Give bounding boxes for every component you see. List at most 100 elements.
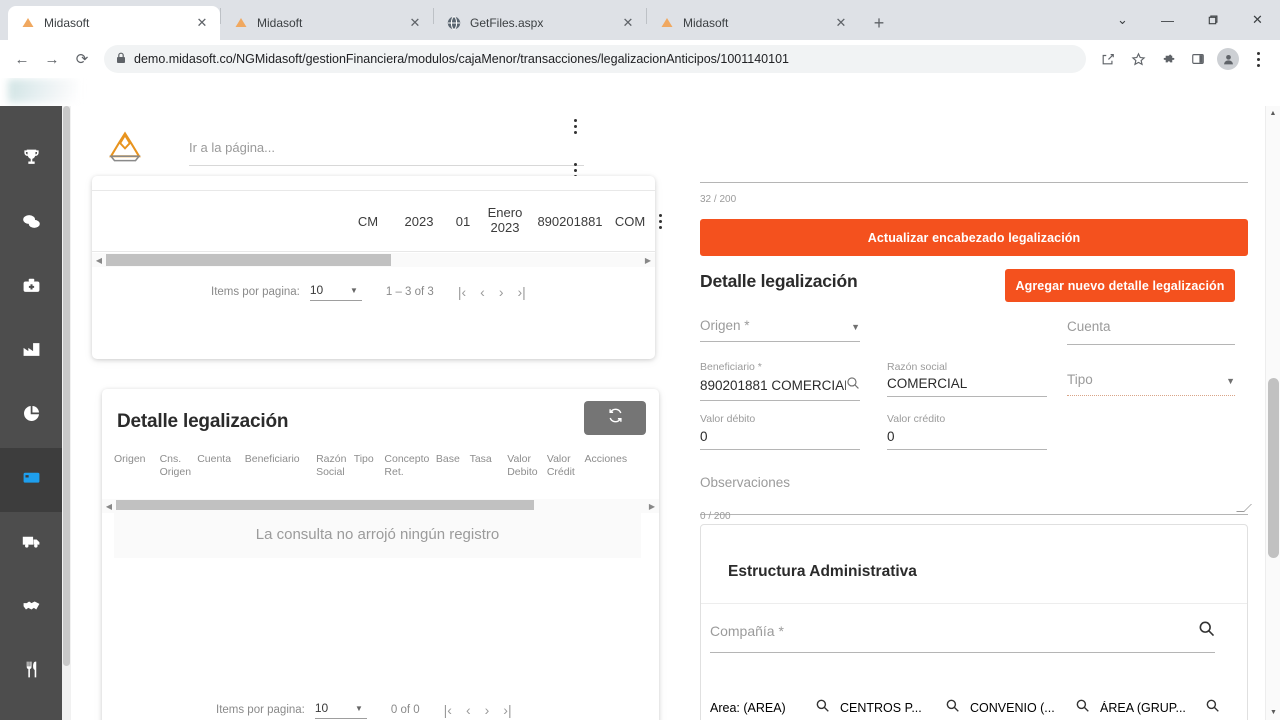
field-observaciones[interactable]: Observaciones	[700, 474, 1252, 515]
side-panel-icon[interactable]	[1184, 45, 1212, 73]
hscroll-thumb[interactable]	[106, 254, 391, 266]
new-tab-button[interactable]: +	[865, 9, 893, 37]
beneficiario-value: 890201881 COMERCIAL	[700, 378, 846, 393]
share-icon[interactable]	[1094, 45, 1122, 73]
sidebar-item-trophy[interactable]	[0, 128, 62, 192]
sidebar-item-comercial[interactable]	[0, 576, 62, 640]
table-horizontal-scrollbar[interactable]: ◀ ▶	[92, 253, 655, 267]
search-icon[interactable]	[945, 698, 960, 718]
prev-page-button[interactable]: ‹	[480, 284, 485, 300]
scroll-right-arrow[interactable]: ▶	[641, 256, 655, 265]
prev-page-button[interactable]: ‹	[466, 702, 471, 718]
col-tasa: Tasa	[469, 453, 492, 465]
page-scrollbar[interactable]: ▲ ▼	[1265, 106, 1280, 720]
profile-avatar-icon[interactable]	[1214, 45, 1242, 73]
search-icon[interactable]	[846, 376, 860, 395]
browser-tab-2[interactable]: Midasoft ✕	[221, 6, 433, 40]
browser-tab-3[interactable]: GetFiles.aspx ✕	[434, 6, 646, 40]
field-area-grupo[interactable]: ÁREA (GRUP...	[1100, 698, 1220, 718]
field-beneficiario[interactable]: Beneficiario * 890201881 COMERCIAL	[700, 361, 860, 401]
field-valor-debito[interactable]: Valor débito 0	[700, 413, 860, 450]
close-icon[interactable]: ✕	[620, 15, 636, 31]
sidebar-scrollbar[interactable]	[62, 106, 71, 720]
first-page-button[interactable]: |‹	[444, 702, 452, 718]
field-origen[interactable]: Origen * ▼	[700, 318, 860, 342]
close-window-icon[interactable]: ✕	[1235, 4, 1280, 36]
lock-icon	[116, 52, 126, 67]
field-convenio[interactable]: CONVENIO (...	[970, 698, 1090, 718]
search-icon[interactable]	[1075, 698, 1090, 718]
detail-paginator: Items por pagina: 10 ▼ 0 of 0 |‹ ‹ › ›|	[216, 701, 512, 719]
field-centros-p[interactable]: CENTROS P...	[840, 698, 960, 718]
sidebar-item-medical[interactable]	[0, 256, 62, 320]
first-page-button[interactable]: |‹	[458, 284, 466, 300]
close-icon[interactable]: ✕	[194, 15, 210, 31]
textarea-resize-handle[interactable]	[1236, 504, 1252, 512]
field-razon-social[interactable]: Razón social COMERCIAL	[887, 361, 1047, 397]
chrome-menu-icon[interactable]	[1244, 45, 1272, 73]
scroll-right-arrow[interactable]: ▶	[645, 502, 659, 511]
sidebar-item-alimentos[interactable]	[0, 640, 62, 704]
search-icon[interactable]	[815, 698, 830, 718]
scroll-down-arrow[interactable]: ▼	[1266, 705, 1280, 720]
table-row[interactable]: CM 2023 01 Enero 2023 890201881 COM	[92, 190, 662, 252]
last-page-button[interactable]: ›|	[517, 284, 525, 300]
restaurant-icon	[22, 660, 41, 684]
estructura-title: Estructura Administrativa	[728, 563, 917, 580]
items-per-page-select[interactable]: 10 ▼	[309, 283, 362, 301]
field-tipo[interactable]: Tipo ▼	[1067, 372, 1235, 396]
next-page-button[interactable]: ›	[499, 284, 504, 300]
sidebar-scrollbar-thumb[interactable]	[63, 106, 70, 666]
sidebar-item-chat[interactable]	[0, 192, 62, 256]
agregar-detalle-button[interactable]: Agregar nuevo detalle legalización	[1005, 269, 1235, 302]
bookmark-star-icon[interactable]	[1124, 45, 1152, 73]
extensions-puzzle-icon[interactable]	[1154, 45, 1182, 73]
back-icon[interactable]: ←	[8, 45, 36, 73]
sidebar-item-reports[interactable]	[0, 384, 62, 448]
midasoft-favicon	[233, 15, 249, 31]
search-icon[interactable]	[1205, 698, 1220, 718]
hscroll-track[interactable]	[106, 253, 641, 267]
close-icon[interactable]: ✕	[833, 15, 849, 31]
col-cuenta: Cuenta	[197, 453, 232, 465]
close-icon[interactable]: ✕	[407, 15, 423, 31]
row-menu-icon[interactable]	[659, 213, 662, 229]
go-to-page-search[interactable]: Ir a la página...	[189, 140, 584, 166]
items-per-page-select[interactable]: 10 ▼	[314, 701, 367, 719]
header-menu-top-icon[interactable]	[574, 119, 577, 134]
table-column-headers: Origen Cns. Origen Cuenta Beneficiario R…	[114, 453, 634, 479]
address-bar[interactable]: demo.midasoft.co/NGMidasoft/gestionFinan…	[104, 45, 1086, 73]
handshake-icon	[22, 596, 41, 620]
minimize-icon[interactable]: —	[1145, 4, 1190, 36]
browser-tab-4[interactable]: Midasoft ✕	[647, 6, 859, 40]
forward-icon[interactable]: →	[38, 45, 66, 73]
chevron-down-icon: ▼	[1226, 376, 1235, 386]
last-page-button[interactable]: ›|	[503, 702, 511, 718]
sidebar-item-factory[interactable]	[0, 320, 62, 384]
field-valor-credito[interactable]: Valor crédito 0	[887, 413, 1047, 450]
field-cuenta[interactable]: Cuenta	[1067, 318, 1235, 345]
field-compania[interactable]: Compañía *	[710, 620, 1215, 653]
sidebar-item-gestion-financiera[interactable]	[0, 448, 62, 512]
browser-tab-1[interactable]: Midasoft ✕	[8, 6, 220, 40]
tab-title: GetFiles.aspx	[470, 16, 544, 30]
cell-anio: 2023	[404, 213, 434, 229]
actualizar-encabezado-button[interactable]: Actualizar encabezado legalización	[700, 219, 1248, 256]
razon-social-value: COMERCIAL	[887, 376, 968, 391]
scroll-left-arrow[interactable]: ◀	[92, 256, 106, 265]
sidebar-item-logistica[interactable]	[0, 512, 62, 576]
next-page-button[interactable]: ›	[485, 702, 490, 718]
refresh-button[interactable]	[584, 401, 646, 435]
field-area[interactable]: Area: (AREA)	[710, 698, 830, 718]
maximize-icon[interactable]	[1190, 4, 1235, 36]
header-paginator: Items por pagina: 10 ▼ 1 – 3 of 3 |‹ ‹ ›…	[211, 283, 526, 301]
scroll-up-arrow[interactable]: ▲	[1266, 106, 1280, 121]
tab-title: Midasoft	[257, 16, 303, 30]
search-icon[interactable]	[1198, 620, 1215, 642]
page-scrollbar-thumb[interactable]	[1268, 378, 1279, 558]
tab-title: Midasoft	[44, 16, 90, 30]
reload-icon[interactable]: ⟳	[68, 45, 96, 73]
refresh-icon	[607, 407, 624, 429]
tab-search-icon[interactable]: ⌄	[1100, 4, 1145, 36]
medical-kit-icon	[22, 276, 41, 300]
